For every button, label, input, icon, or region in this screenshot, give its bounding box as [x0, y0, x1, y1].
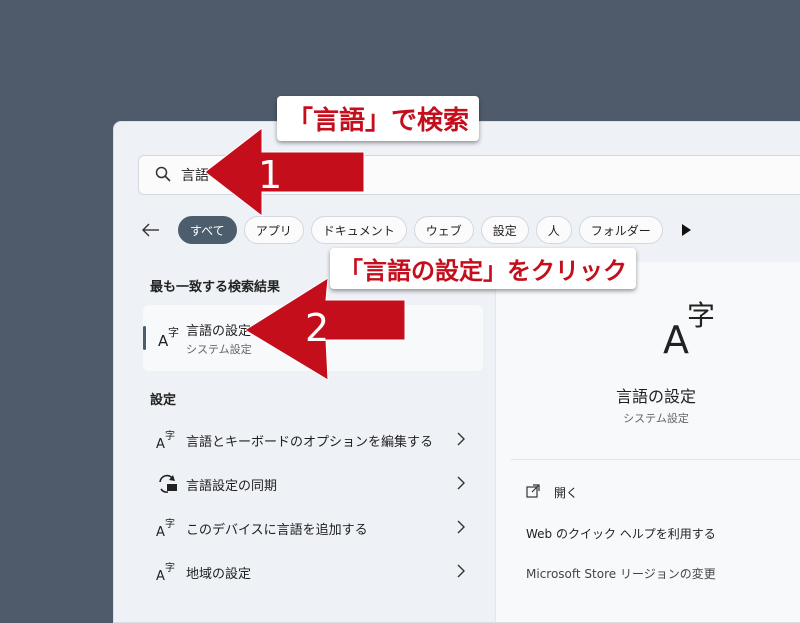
- settings-item-label: 言語とキーボードのオプションを編集する: [186, 435, 434, 450]
- svg-text:字: 字: [168, 325, 179, 339]
- play-right-icon[interactable]: [676, 216, 696, 244]
- search-panel: 言語 すべて アプリ ドキュメント ウェブ 設定 人 フォルダー 最も一致する検…: [113, 121, 800, 623]
- settings-item[interactable]: 言語設定の同期: [143, 463, 483, 503]
- chevron-right-icon: [457, 476, 465, 490]
- svg-text:A: A: [156, 437, 165, 451]
- web-help-action[interactable]: Web のクイック ヘルプを利用する: [526, 525, 716, 542]
- settings-item[interactable]: A 字 言語とキーボードのオプションを編集する: [143, 419, 483, 459]
- detail-divider: [511, 459, 800, 460]
- filter-chip-folders[interactable]: フォルダー: [578, 216, 663, 244]
- store-region-action[interactable]: Microsoft Store リージョンの変更: [526, 565, 716, 582]
- back-arrow-icon[interactable]: [138, 217, 164, 243]
- best-match-subtitle: システム設定: [186, 343, 252, 356]
- svg-text:字: 字: [165, 517, 175, 530]
- chevron-right-icon: [457, 564, 465, 578]
- sync-icon: [159, 474, 177, 493]
- settings-item[interactable]: A 字 地域の設定: [143, 551, 483, 591]
- settings-item-label: 地域の設定: [186, 567, 252, 582]
- filter-bar: すべて アプリ ドキュメント ウェブ 設定 人 フォルダー: [138, 215, 696, 245]
- svg-text:字: 字: [165, 561, 175, 574]
- annotation-label-1: 「言語」で検索: [277, 96, 480, 141]
- selection-indicator: [143, 326, 146, 350]
- filter-chip-documents[interactable]: ドキュメント: [310, 216, 407, 244]
- svg-text:A: A: [156, 569, 165, 583]
- language-icon: A 字: [158, 325, 179, 349]
- language-icon: A 字: [156, 561, 175, 583]
- detail-pane: A 字 言語の設定 システム設定 開く Web のクイック ヘルプを利用する M…: [495, 262, 800, 622]
- language-icon: A 字: [156, 517, 175, 539]
- settings-item-label: 言語設定の同期: [186, 479, 278, 494]
- detail-title: 言語の設定: [615, 387, 696, 406]
- annotation-label-2: 「言語の設定」をクリック: [330, 248, 636, 289]
- search-input[interactable]: 言語: [181, 165, 209, 185]
- filter-chip-all[interactable]: すべて: [178, 216, 237, 244]
- filter-chip-people[interactable]: 人: [535, 216, 572, 244]
- svg-text:字: 字: [165, 429, 175, 442]
- language-icon: A 字: [156, 429, 175, 451]
- open-action-label: 開く: [554, 486, 579, 500]
- detail-subtitle: システム設定: [623, 412, 689, 425]
- search-box[interactable]: 言語: [138, 155, 800, 195]
- settings-item[interactable]: A 字 このデバイスに言語を追加する: [143, 507, 483, 547]
- filter-chip-settings[interactable]: 設定: [480, 216, 529, 244]
- svg-text:字: 字: [687, 299, 715, 332]
- svg-text:A: A: [663, 318, 689, 357]
- best-match-heading: 最も一致する検索結果: [150, 280, 281, 295]
- open-external-icon: [526, 484, 540, 498]
- search-icon: [155, 166, 171, 182]
- chevron-right-icon: [457, 432, 465, 446]
- best-match-title: 言語の設定: [186, 324, 252, 339]
- best-match-item[interactable]: A 字 言語の設定 システム設定: [143, 305, 483, 371]
- svg-text:A: A: [156, 525, 165, 539]
- settings-item-label: このデバイスに言語を追加する: [186, 523, 368, 538]
- filter-chip-apps[interactable]: アプリ: [243, 216, 304, 244]
- settings-heading: 設定: [150, 393, 177, 408]
- language-icon: A 字: [663, 299, 715, 357]
- chevron-right-icon: [457, 520, 465, 534]
- filter-chip-web[interactable]: ウェブ: [413, 216, 474, 244]
